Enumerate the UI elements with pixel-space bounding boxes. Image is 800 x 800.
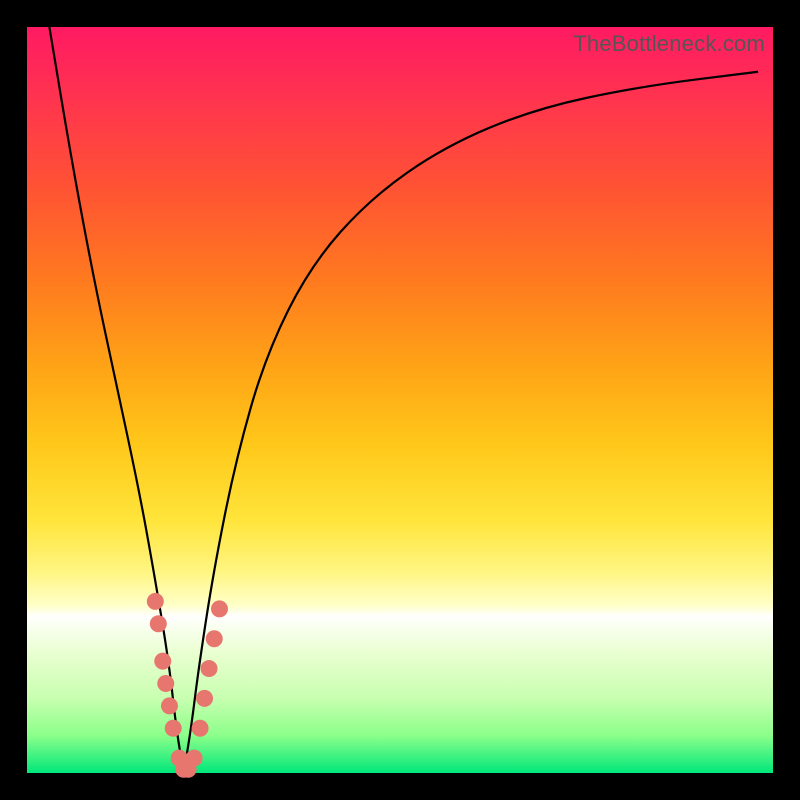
plot-area: TheBottleneck.com [27, 27, 773, 773]
data-dot [201, 660, 218, 677]
data-dot [206, 630, 223, 647]
data-dot [186, 750, 203, 767]
data-dot [161, 697, 178, 714]
data-dot [154, 653, 171, 670]
data-dot [147, 593, 164, 610]
data-dot [211, 600, 228, 617]
data-dot [192, 720, 209, 737]
curve-right-branch [184, 72, 758, 773]
chart-frame: TheBottleneck.com [0, 0, 800, 800]
data-dot [196, 690, 213, 707]
data-dot [157, 675, 174, 692]
data-dot [150, 615, 167, 632]
chart-svg [27, 27, 773, 773]
data-dot [165, 720, 182, 737]
